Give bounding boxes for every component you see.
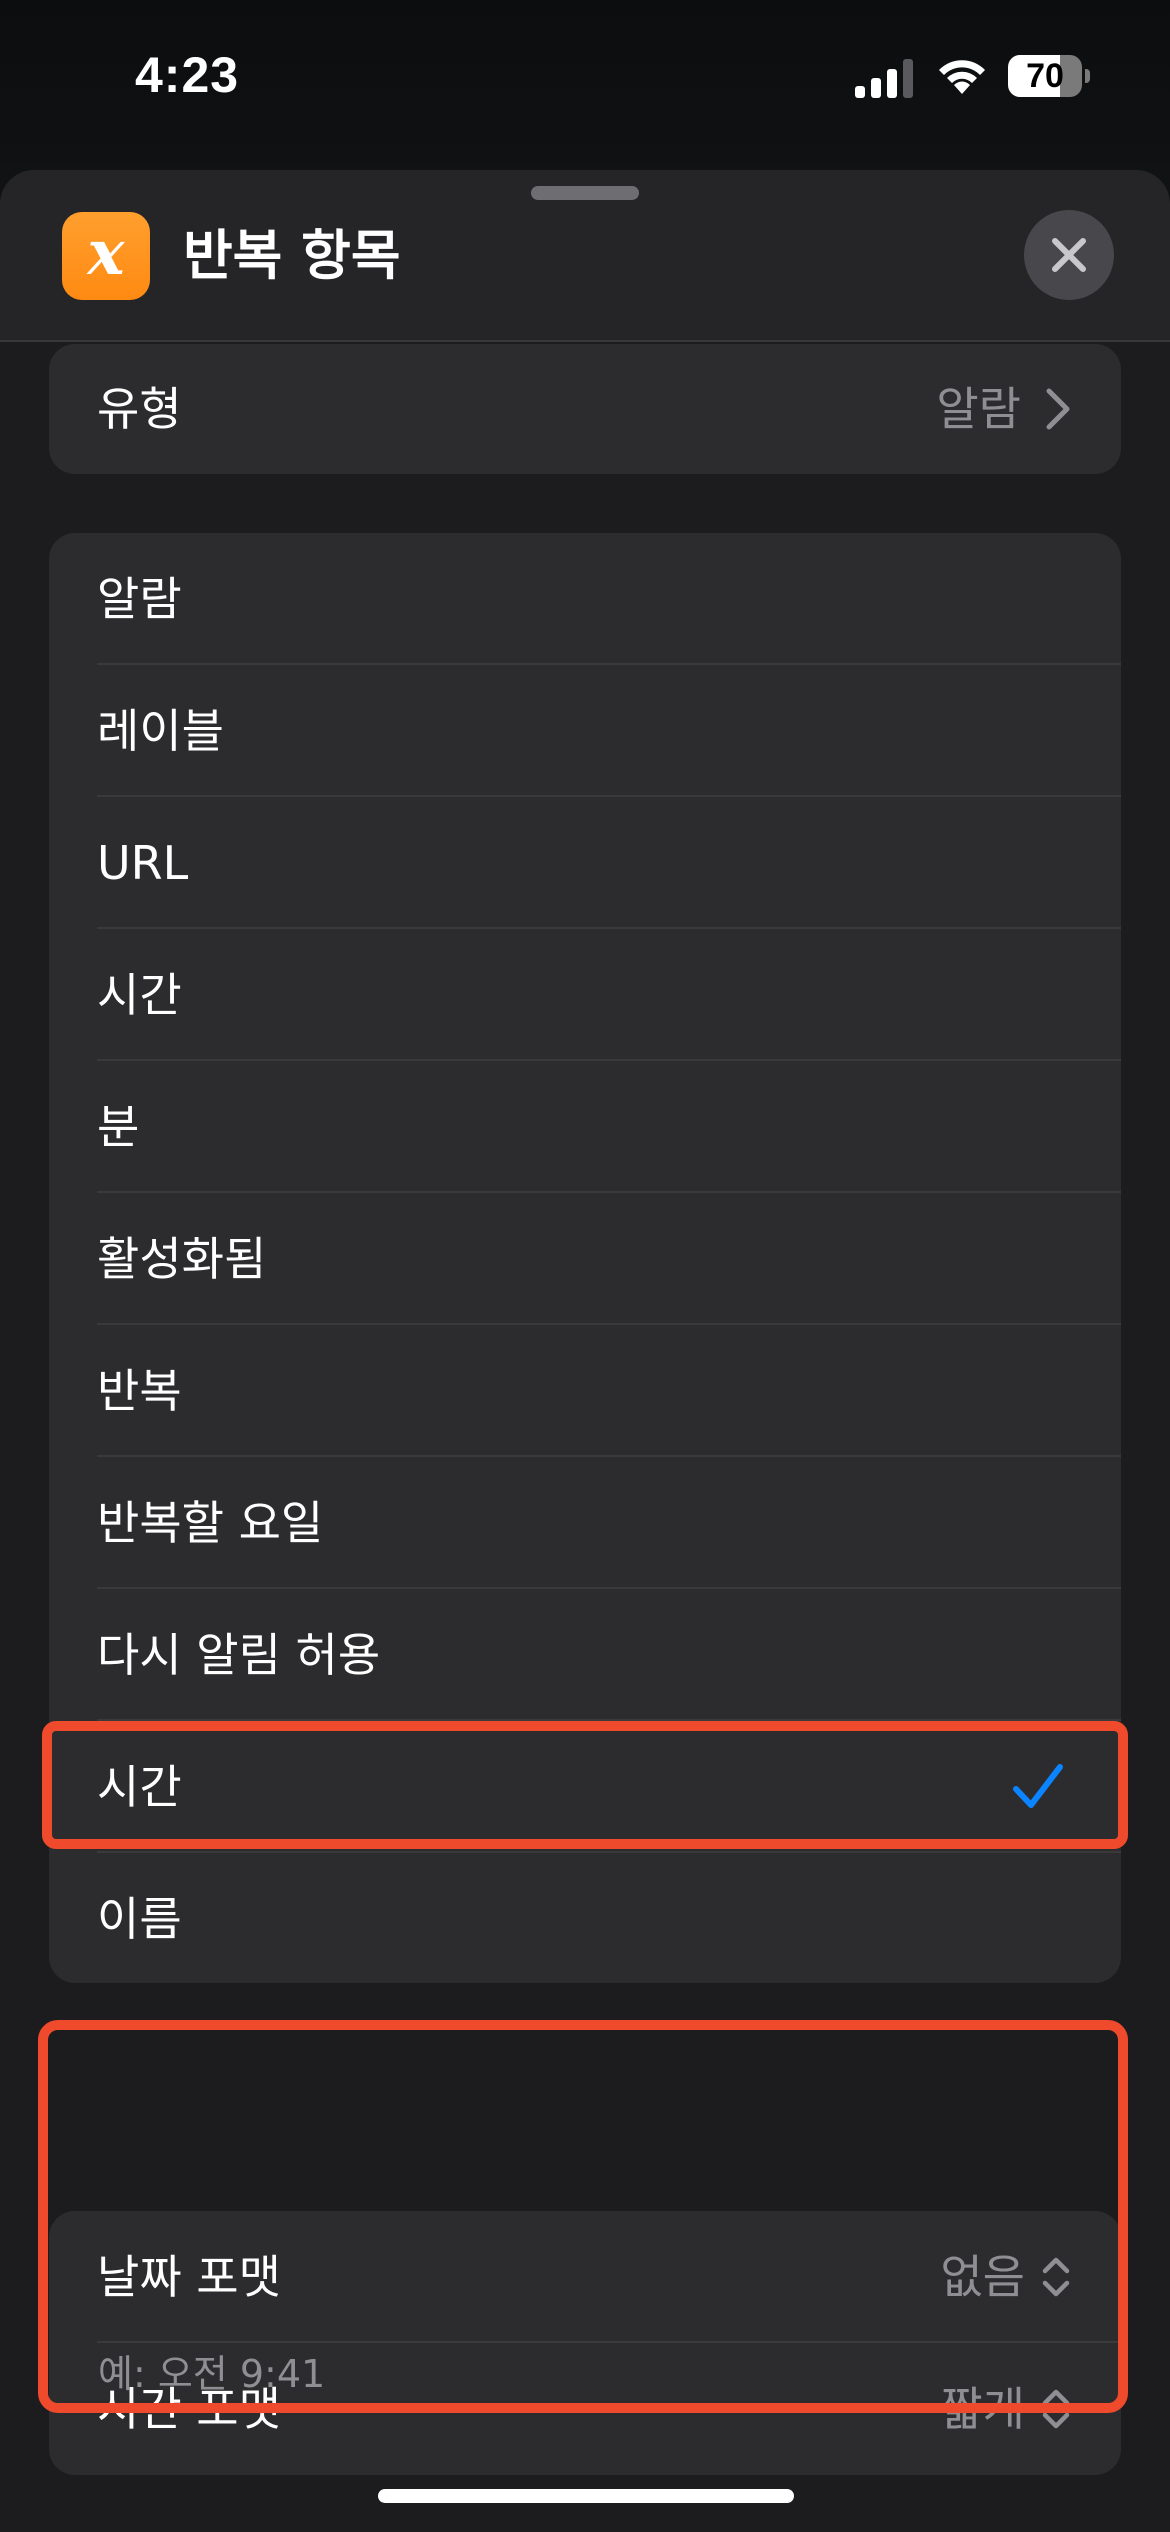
list-item-hour[interactable]: 시간 [49,929,1121,1061]
type-value: 알람 [936,382,1021,436]
list-item-label: 알람 [97,572,182,626]
close-icon [1052,238,1086,272]
list-item-name[interactable]: 이름 [49,1853,1121,1983]
list-item-label: 활성화됨 [97,1232,267,1286]
cellular-signal-icon [855,59,913,98]
status-bar: 4:23 70 [0,0,1170,160]
list-item-label: URL [97,836,189,890]
status-time: 4:23 [135,47,240,103]
type-label: 유형 [97,382,182,436]
variable-icon: x [62,212,150,300]
list-item-enabled[interactable]: 활성화됨 [49,1193,1121,1325]
highlight-box-selected-item [42,1721,1128,1849]
list-item-label: 분 [97,1100,140,1154]
close-button[interactable] [1024,210,1114,300]
battery-icon: 70 [1008,55,1090,99]
list-item-repeat[interactable]: 반복 [49,1325,1121,1457]
battery-nub [1085,69,1090,83]
list-item-label: 다시 알림 허용 [97,1628,381,1682]
screen: 4:23 70 x 반복 항목 유형 알람 알람 레이블 URL 시간 분 활성… [0,0,1170,2532]
list-item-label: 반복 [97,1364,182,1418]
chevron-right-icon [1046,388,1070,430]
home-indicator[interactable] [378,2489,794,2503]
list-item-url[interactable]: URL [49,797,1121,929]
list-item-alarm[interactable]: 알람 [49,533,1121,665]
list-item-label: 시간 [97,968,182,1022]
wifi-icon [939,60,985,94]
list-item-label-field[interactable]: 레이블 [49,665,1121,797]
battery-level: 70 [1026,57,1064,95]
list-item-label: 레이블 [97,704,224,758]
sheet-grabber[interactable] [531,186,639,200]
highlight-box-format-options [38,2020,1128,2413]
list-item-minute[interactable]: 분 [49,1061,1121,1193]
sheet-title: 반복 항목 [183,224,401,287]
list-item-repeat-days[interactable]: 반복할 요일 [49,1457,1121,1589]
list-item-label: 이름 [97,1892,182,1946]
list-item-allow-snooze[interactable]: 다시 알림 허용 [49,1589,1121,1721]
type-row[interactable]: 유형 알람 [49,344,1121,474]
sheet-header: x 반복 항목 [0,170,1170,342]
list-item-label: 반복할 요일 [97,1496,324,1550]
